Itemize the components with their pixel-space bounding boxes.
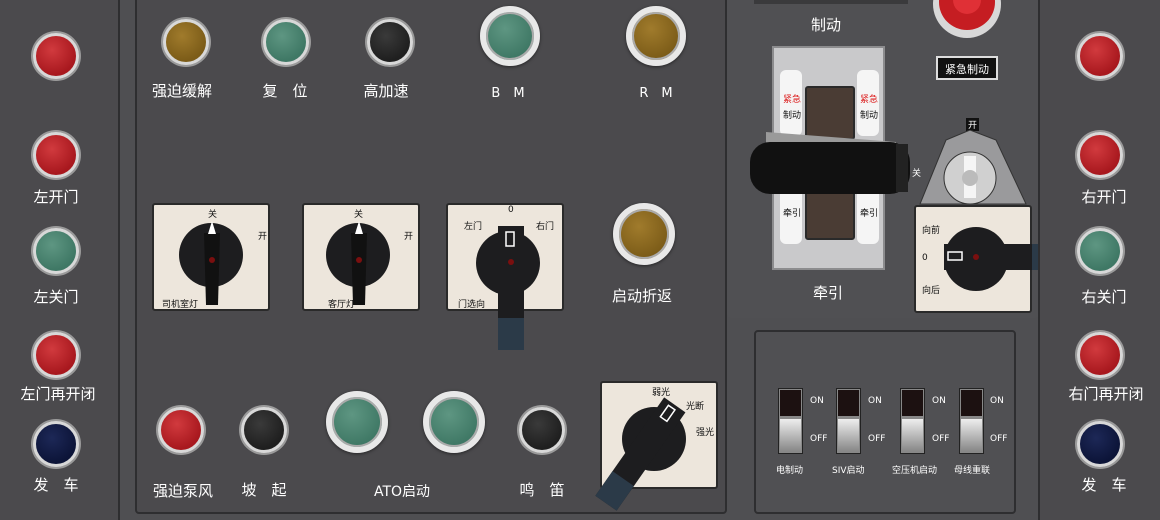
top-slot bbox=[754, 0, 908, 4]
forced-release-label: 强迫缓解 bbox=[151, 82, 213, 100]
electric-brake-toggle[interactable] bbox=[778, 388, 803, 454]
forced-pump-button[interactable] bbox=[158, 407, 204, 453]
right-close-door-label: 右关门 bbox=[1081, 288, 1127, 306]
door-select-zero-label: 0 bbox=[508, 205, 514, 215]
electric-brake-label: 电制动 bbox=[776, 466, 804, 476]
left-door-reopen-label: 左门再开闭 bbox=[20, 385, 96, 403]
cab-light-switch[interactable]: 关 开 司机室灯 bbox=[152, 203, 270, 311]
forced-pump-label: 强迫泵风 bbox=[152, 482, 214, 500]
reset-label: 复 位 bbox=[262, 82, 308, 100]
hill-start-button[interactable] bbox=[241, 407, 287, 453]
electric-brake-on-label: ON bbox=[810, 396, 824, 406]
turnback-label: 启动折返 bbox=[611, 287, 673, 305]
left-close-door-label: 左关门 bbox=[33, 288, 79, 306]
brake-tag-right: 制动 bbox=[860, 111, 879, 121]
controller-handle-icon[interactable] bbox=[746, 128, 926, 198]
forward-label: 向前 bbox=[922, 226, 941, 236]
high-accel-button[interactable] bbox=[367, 19, 413, 65]
right-open-door-button[interactable] bbox=[1077, 132, 1123, 178]
right-depart-button[interactable] bbox=[1077, 421, 1123, 467]
right-depart-label: 发 车 bbox=[1081, 476, 1127, 494]
horn-label: 鸣 笛 bbox=[519, 481, 565, 499]
neutral-label: 0 bbox=[922, 253, 928, 263]
ato-start-button-2[interactable] bbox=[423, 391, 485, 453]
horn-button[interactable] bbox=[519, 407, 565, 453]
saloon-light-lever-icon bbox=[351, 221, 367, 305]
door-select-label: 门选向 bbox=[458, 300, 486, 310]
left-depart-button[interactable] bbox=[33, 421, 79, 467]
bus-reconnect-label: 母线重联 bbox=[954, 466, 991, 476]
left-open-door-label: 左开门 bbox=[33, 188, 79, 206]
ato-start-label: ATO启动 bbox=[373, 484, 431, 500]
saloon-light-label: 客厅灯 bbox=[328, 300, 356, 310]
left-door-reopen-button[interactable] bbox=[33, 332, 79, 378]
right-open-door-label: 右开门 bbox=[1081, 188, 1127, 206]
compressor-start-off-label: OFF bbox=[932, 434, 950, 444]
key-switch-icon[interactable] bbox=[918, 130, 1028, 210]
left-depart-label: 发 车 bbox=[33, 476, 79, 494]
bus-reconnect-toggle[interactable] bbox=[959, 388, 984, 454]
emergency-stop-icon[interactable] bbox=[932, 0, 1002, 42]
brake-tag-left: 制动 bbox=[783, 111, 802, 121]
right-close-door-button[interactable] bbox=[1077, 228, 1123, 274]
rm-label: R M bbox=[639, 86, 673, 101]
siv-start-toggle[interactable] bbox=[836, 388, 861, 454]
bm-label: B M bbox=[491, 86, 525, 101]
emergency-brake-label: 紧急制动 bbox=[945, 63, 989, 76]
emergency-tag-left: 紧急 bbox=[783, 95, 802, 105]
backward-label: 向后 bbox=[922, 286, 941, 296]
reset-button[interactable] bbox=[263, 19, 309, 65]
driver-console: 左开门 左关门 左门再开闭 发 车 强迫缓解 复 位 高加速 B M R M 关… bbox=[0, 0, 1160, 520]
headlight-lever-icon bbox=[595, 397, 686, 511]
siv-start-off-label: OFF bbox=[868, 434, 886, 444]
forced-release-button[interactable] bbox=[163, 19, 209, 65]
emergency-tag-right: 紧急 bbox=[860, 95, 879, 105]
rm-button[interactable] bbox=[626, 6, 686, 66]
bus-reconnect-on-label: ON bbox=[990, 396, 1004, 406]
door-select-left-label: 左门 bbox=[464, 222, 483, 232]
hill-start-label: 坡 起 bbox=[241, 481, 287, 499]
left-top-button[interactable] bbox=[33, 33, 79, 79]
traction-label: 牵引 bbox=[812, 284, 844, 302]
right-door-reopen-button[interactable] bbox=[1077, 332, 1123, 378]
compressor-start-on-label: ON bbox=[932, 396, 946, 406]
bus-reconnect-off-label: OFF bbox=[990, 434, 1008, 444]
high-accel-label: 高加速 bbox=[363, 82, 409, 100]
left-open-door-button[interactable] bbox=[33, 132, 79, 178]
compressor-start-toggle[interactable] bbox=[900, 388, 925, 454]
siv-start-on-label: ON bbox=[868, 396, 882, 406]
bm-button[interactable] bbox=[480, 6, 540, 66]
ato-start-button-1[interactable] bbox=[326, 391, 388, 453]
traction-tag-left: 牵引 bbox=[783, 209, 802, 219]
door-select-lever-icon bbox=[498, 226, 524, 350]
door-select-right-label: 右门 bbox=[536, 222, 555, 232]
traction-tag-right: 牵引 bbox=[860, 209, 879, 219]
right-top-button[interactable] bbox=[1077, 33, 1123, 79]
left-close-door-button[interactable] bbox=[33, 228, 79, 274]
siv-start-label: SIV启动 bbox=[832, 466, 865, 476]
saloon-light-switch[interactable]: 关 开 客厅灯 bbox=[302, 203, 420, 311]
cab-light-label: 司机室灯 bbox=[162, 300, 199, 310]
compressor-start-label: 空压机启动 bbox=[892, 466, 938, 476]
right-door-reopen-label: 右门再开闭 bbox=[1068, 385, 1144, 403]
electric-brake-off-label: OFF bbox=[810, 434, 828, 444]
brake-label: 制动 bbox=[810, 16, 842, 34]
turnback-button[interactable] bbox=[613, 203, 675, 265]
